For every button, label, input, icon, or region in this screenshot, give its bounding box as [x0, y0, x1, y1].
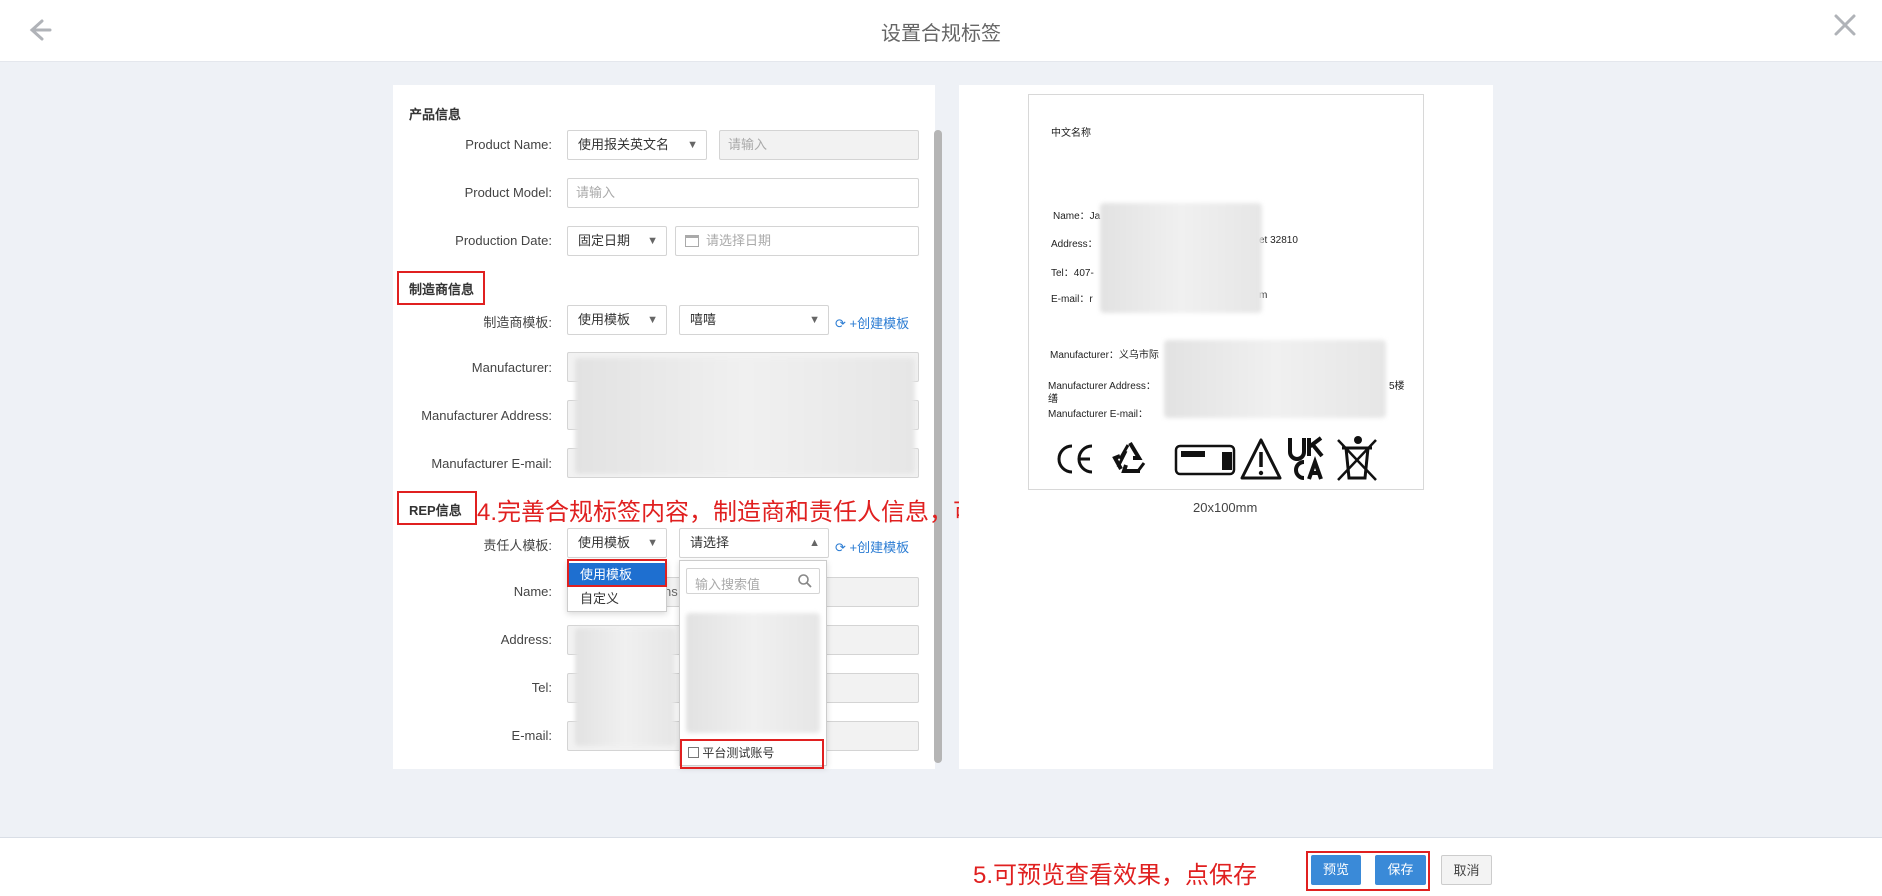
product-name-select[interactable]: 使用报关英文名 ▼: [567, 130, 707, 160]
label-address-line: Address：: [1051, 239, 1098, 250]
ukca-icon: [1288, 436, 1324, 480]
certification-icons: [1057, 436, 1377, 481]
refresh-icon: ⟳: [835, 540, 846, 555]
manufacturer-email-label: Manufacturer E-mail:: [431, 456, 552, 471]
select-value: 使用模板: [578, 535, 631, 550]
section-title-rep: REP信息: [409, 503, 462, 518]
highlight-test-account-option: [680, 739, 824, 769]
redacted-template-list: [686, 613, 820, 733]
page-title: 设置合规标签: [881, 23, 1001, 45]
manufacturer-template-value[interactable]: 嘻嘻 ▼: [679, 305, 829, 335]
select-value: 使用报关英文名: [578, 137, 670, 152]
manufacturer-label: Manufacturer:: [471, 360, 552, 375]
select-value: 使用模板: [578, 312, 631, 327]
cancel-button[interactable]: 取消: [1441, 855, 1492, 885]
create-manufacturer-template-link[interactable]: ⟳ +创建模板: [835, 313, 909, 332]
warning-triangle-icon: [1240, 438, 1282, 480]
manufacturer-template-select[interactable]: 使用模板 ▼: [567, 305, 667, 335]
label-manufacturer-line: Manufacturer：义乌市际: [1050, 350, 1159, 361]
product-model-input[interactable]: 请输入: [567, 178, 919, 208]
dropdown-option-custom[interactable]: 自定义: [568, 587, 666, 611]
production-date-select[interactable]: 固定日期 ▼: [567, 226, 667, 256]
label-chinese-name: 中文名称: [1051, 128, 1091, 139]
label-mfr-address-line2: 缮: [1048, 394, 1058, 405]
redacted-rep-preview: [1100, 203, 1262, 313]
section-title-manufacturer: 制造商信息: [409, 282, 475, 297]
rep-tel-label: Tel:: [531, 680, 552, 695]
production-date-label: Production Date:: [455, 233, 552, 248]
product-model-label: Product Model:: [464, 185, 552, 200]
annotation-step5: 5.可预览查看效果，点保存: [973, 862, 1258, 889]
label-name-line: Name：Ja: [1053, 211, 1101, 222]
select-value: 请选择: [690, 535, 730, 550]
create-template-label: +创建模板: [849, 540, 910, 555]
form-scrollbar[interactable]: [934, 130, 942, 763]
rep-template-label: 责任人模板:: [483, 538, 552, 553]
battery-icon: [1174, 444, 1236, 476]
section-title-product: 产品信息: [409, 107, 462, 122]
chevron-down-icon: ▼: [647, 235, 658, 247]
template-search-input[interactable]: 输入搜索值: [686, 568, 820, 594]
calendar-icon: [685, 235, 699, 247]
bottom-bar: [0, 837, 1882, 896]
highlight-use-template-option: [567, 559, 667, 587]
chevron-down-icon: ▼: [687, 139, 698, 151]
select-value: 固定日期: [578, 233, 631, 248]
product-name-input[interactable]: 请输入: [719, 130, 919, 160]
save-button[interactable]: 保存: [1375, 855, 1426, 885]
rep-name-label: Name:: [513, 584, 552, 599]
chevron-down-icon: ▼: [809, 314, 820, 326]
label-email-line: E-mail：r: [1051, 294, 1093, 305]
create-rep-template-link[interactable]: ⟳ +创建模板: [835, 537, 909, 556]
label-size-text: 20x100mm: [1193, 500, 1258, 515]
redacted-manufacturer-info: [575, 358, 915, 474]
label-tel-line: Tel：407-: [1051, 268, 1094, 279]
label-mfr-email-line: Manufacturer E-mail：: [1048, 409, 1149, 420]
weee-bin-icon: [1337, 436, 1377, 481]
rep-template-search-popover: 输入搜索值 平台测试账号: [679, 560, 827, 766]
close-icon[interactable]: [1830, 12, 1860, 42]
chevron-down-icon: ▼: [647, 314, 658, 326]
chevron-up-icon: ▲: [809, 537, 820, 549]
chevron-down-icon: ▼: [647, 537, 658, 549]
rep-template-value[interactable]: 请选择 ▲: [679, 528, 829, 558]
production-date-picker[interactable]: 请选择日期: [675, 226, 919, 256]
redacted-manufacturer-preview: [1164, 340, 1386, 418]
label-mfr-address-line: Manufacturer Address：: [1048, 381, 1156, 392]
product-name-label: Product Name:: [465, 137, 552, 152]
scroll-thumb[interactable]: [934, 130, 942, 763]
search-icon: [797, 573, 813, 592]
rep-address-label: Address:: [500, 632, 552, 647]
rep-email-label: E-mail:: [511, 728, 552, 743]
rep-template-select[interactable]: 使用模板 ▼: [567, 528, 667, 558]
create-template-label: +创建模板: [849, 316, 910, 331]
refresh-icon: ⟳: [835, 316, 846, 331]
recycle-icon: [1112, 441, 1146, 473]
ce-mark-icon: [1057, 444, 1093, 474]
search-placeholder: 输入搜索值: [695, 577, 761, 592]
date-placeholder: 请选择日期: [706, 233, 772, 248]
top-bar: 设置合规标签: [0, 0, 1882, 62]
label-address-tail: et 32810: [1259, 235, 1298, 246]
manufacturer-address-label: Manufacturer Address:: [421, 408, 552, 423]
select-value: 嘻嘻: [690, 312, 717, 327]
label-mfr-address-tail: 5楼: [1389, 381, 1405, 392]
preview-button[interactable]: 预览: [1311, 855, 1361, 885]
redacted-rep-info: [575, 628, 675, 746]
manufacturer-template-label: 制造商模板:: [483, 315, 552, 330]
